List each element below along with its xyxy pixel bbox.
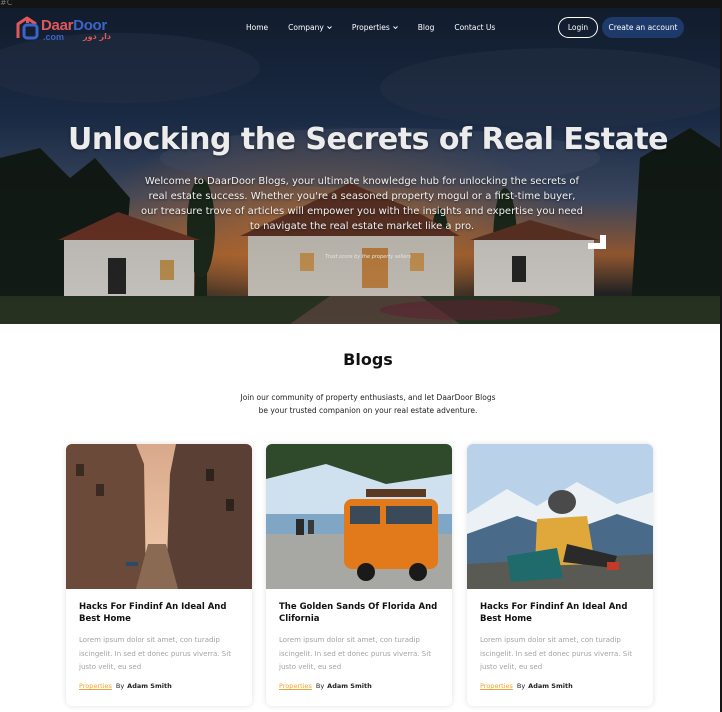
login-button[interactable]: Login xyxy=(558,17,598,38)
blog-card-meta: Properties By Adam Smith xyxy=(480,682,573,690)
chevron-down-icon xyxy=(327,26,332,30)
blog-card-by: By xyxy=(516,682,526,690)
blog-card-category[interactable]: Properties xyxy=(79,682,112,690)
blogs-description-line: Join our community of property enthusias… xyxy=(240,393,496,402)
brand-arabic: دار دور xyxy=(83,32,111,41)
top-navbar: DaarDoor .com دار دور Home Company Prope… xyxy=(0,8,720,48)
page: DaarDoor .com دار دور Home Company Prope… xyxy=(0,8,720,712)
nav-item-contact-us[interactable]: Contact Us xyxy=(454,23,495,32)
blog-card-author: Adam Smith xyxy=(327,682,372,690)
blog-card[interactable]: Hacks For Findinf An Ideal And Best Home… xyxy=(467,444,653,706)
corner-tag: #C xyxy=(0,0,13,7)
brand-logo[interactable]: DaarDoor .com دار دور xyxy=(15,16,115,44)
hero-title: Unlocking the Secrets of Real Estate xyxy=(67,122,669,157)
blog-card-meta: Properties By Adam Smith xyxy=(79,682,172,690)
corner-bracket-icon xyxy=(588,235,606,249)
blog-card[interactable]: Hacks For Findinf An Ideal And Best Home… xyxy=(66,444,252,706)
blog-card-image-canal xyxy=(66,444,252,589)
blog-card-author: Adam Smith xyxy=(528,682,573,690)
blog-card-title[interactable]: The Golden Sands Of Florida And Cliforni… xyxy=(279,602,439,625)
nav-item-home[interactable]: Home xyxy=(246,23,268,32)
hero-subtitle: Welcome to DaarDoor Blogs, your ultimate… xyxy=(141,176,583,232)
blog-card-by: By xyxy=(115,682,125,690)
nav-item-label: Home xyxy=(246,23,269,32)
nav-item-label: Contact Us xyxy=(454,23,496,32)
blog-card-meta: Properties By Adam Smith xyxy=(279,682,372,690)
nav-item-company[interactable]: Company xyxy=(288,23,332,32)
blog-card-by: By xyxy=(315,682,325,690)
blog-card-title[interactable]: Hacks For Findinf An Ideal And Best Home xyxy=(480,602,640,625)
hero-background-image xyxy=(0,8,720,324)
blog-card-excerpt: Lorem ipsum dolor sit amet, con turadip … xyxy=(279,636,431,671)
blog-card-author: Adam Smith xyxy=(127,682,172,690)
nav-menu: Home Company Properties Blog Contact Us xyxy=(246,23,515,32)
blog-card-title[interactable]: Hacks For Findinf An Ideal And Best Home xyxy=(79,602,239,625)
blog-card-image-hiker xyxy=(467,444,653,589)
nav-item-label: Company xyxy=(288,23,324,32)
blog-card-category[interactable]: Properties xyxy=(480,682,513,690)
chevron-down-icon xyxy=(392,26,398,30)
create-account-button[interactable]: Create an account xyxy=(602,17,684,38)
brand-suffix: .com xyxy=(43,32,65,42)
blog-card-image-van xyxy=(266,444,452,589)
window-top-strip: #C xyxy=(0,0,722,8)
blog-card-excerpt: Lorem ipsum dolor sit amet, con turadip … xyxy=(79,636,231,671)
blogs-description: Join our community of property enthusias… xyxy=(218,391,518,417)
blog-card[interactable]: The Golden Sands Of Florida And Cliforni… xyxy=(266,444,452,706)
nav-item-properties[interactable]: Properties xyxy=(352,23,398,32)
blog-card-category[interactable]: Properties xyxy=(279,682,312,690)
blogs-description-line: be your trusted companion on your real e… xyxy=(258,406,478,415)
nav-item-label: Blog xyxy=(417,23,435,32)
hero-section: DaarDoor .com دار دور Home Company Prope… xyxy=(0,8,720,324)
blog-card-excerpt: Lorem ipsum dolor sit amet, con turadip … xyxy=(480,636,632,671)
trust-note: Trust score by the property sellers xyxy=(325,254,411,260)
nav-item-blog[interactable]: Blog xyxy=(418,23,435,32)
blogs-section-title: Blogs xyxy=(343,350,393,369)
nav-item-label: Properties xyxy=(351,23,390,32)
house-logo-icon xyxy=(16,16,39,40)
